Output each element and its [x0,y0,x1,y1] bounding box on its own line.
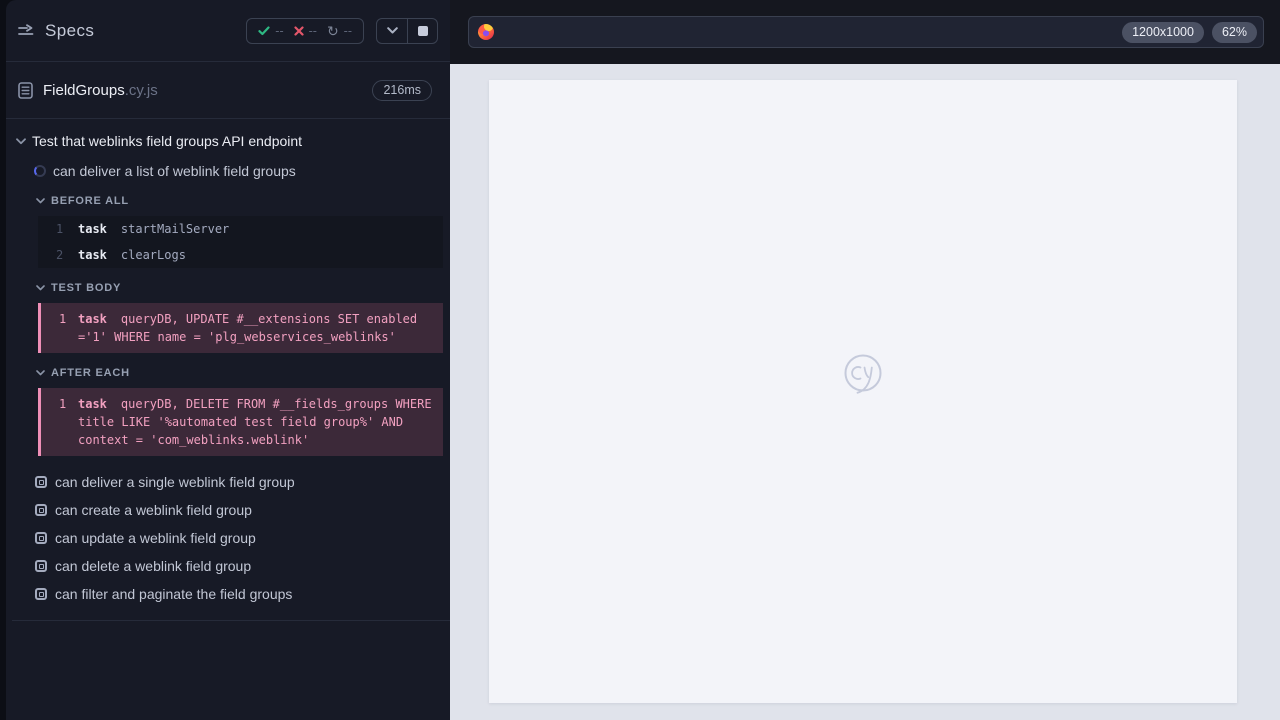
sidebar-header: Specs -- -- ↻ -- [6,0,450,62]
hook-header-after-each[interactable]: AFTER EACH [36,365,440,381]
command-message: queryDB, DELETE FROM #__fields_groups WH… [78,397,432,447]
spec-file-icon [18,81,33,99]
suite-title: Test that weblinks field groups API endp… [32,133,303,149]
command-message: queryDB, UPDATE #__extensions SET enable… [78,312,418,344]
app-under-test-viewport [489,80,1237,703]
stat-passed: -- [258,24,284,38]
stop-run-button[interactable] [407,18,437,43]
pending-test-icon [35,504,47,516]
command-method: task [78,248,107,262]
zoom-level-badge: 62% [1211,21,1257,43]
expand-specs-icon[interactable] [18,23,35,38]
collapse-all-button[interactable] [377,19,407,43]
test-title: can create a weblink field group [55,502,252,518]
spec-name: FieldGroups [43,81,125,99]
stat-failed: -- [294,24,317,38]
command-row[interactable]: 2 task clearLogs [38,242,443,268]
running-spinner-icon [34,165,46,177]
browser-url-toolbar: 1200x1000 62% [450,0,1280,64]
firefox-browser-icon [478,24,494,40]
chevron-down-icon [16,137,26,144]
pending-test-list: can deliver a single weblink field group… [16,468,440,608]
pending-test-row[interactable]: can create a weblink field group [35,496,440,524]
url-bar[interactable]: 1200x1000 62% [468,16,1264,48]
viewport-size-badge[interactable]: 1200x1000 [1122,21,1204,43]
spec-duration-badge: 216ms [372,79,432,101]
page-title: Specs [45,20,95,40]
test-tree: Test that weblinks field groups API endp… [6,119,450,621]
test-title: can deliver a single weblink field group [55,474,295,490]
command-row[interactable]: 1 task startMailServer [38,216,443,242]
pending-test-icon [35,476,47,488]
stop-icon [417,25,428,36]
stat-running: ↻ -- [326,22,352,39]
suite-row[interactable]: Test that weblinks field groups API endp… [16,129,440,153]
test-title: can update a weblink field group [55,530,256,546]
cypress-logo-watermark [844,354,882,394]
test-title: can deliver a list of weblink field grou… [53,163,296,179]
pending-test-row[interactable]: can filter and paginate the field groups [35,580,440,608]
command-method: task [78,312,107,326]
chevron-down-icon [36,285,45,291]
x-icon [294,25,304,36]
spec-extension: .cy.js [124,81,158,99]
pending-test-row[interactable]: can deliver a single weblink field group [35,468,440,496]
pending-test-row[interactable]: can delete a weblink field group [35,552,440,580]
spec-file-row[interactable]: FieldGroups .cy.js 216ms [6,62,450,119]
command-block-after-each: 1 task queryDB, DELETE FROM #__fields_gro… [38,388,443,456]
command-method: task [78,222,107,236]
running-test-row[interactable]: can deliver a list of weblink field grou… [34,161,440,181]
test-title: can delete a weblink field group [55,558,252,574]
command-method: task [78,397,107,411]
hook-header-test-body[interactable]: TEST BODY [36,280,440,296]
hook-header-before-all[interactable]: BEFORE ALL [36,193,440,209]
pending-test-row[interactable]: can update a weblink field group [35,524,440,552]
check-icon [258,25,270,35]
command-block-before-all: 1 task startMailServer 2 task clearLogs [38,216,443,268]
refresh-icon: ↻ [326,22,339,39]
run-stats-group: -- -- ↻ -- [246,17,364,44]
command-message: startMailServer [120,222,230,236]
test-title: can filter and paginate the field groups [55,586,293,602]
command-row[interactable]: 1 task queryDB, UPDATE #__extensions SET … [38,303,443,353]
chevron-down-icon [386,27,398,34]
command-message: clearLogs [120,248,186,262]
pending-test-icon [35,532,47,544]
reporter-sidebar: Specs -- -- ↻ -- FieldGroups .cy.js 216m… [6,0,450,720]
pending-test-icon [35,560,47,572]
runner-stage [450,64,1280,720]
chevron-down-icon [36,370,45,376]
pending-test-icon [35,588,47,600]
tree-bottom-divider [12,620,450,621]
chevron-down-icon [36,198,45,204]
run-actions-group [376,17,438,44]
command-row[interactable]: 1 task queryDB, DELETE FROM #__fields_gro… [38,388,443,456]
runner-pane: 1200x1000 62% [450,0,1280,720]
command-block-test-body: 1 task queryDB, UPDATE #__extensions SET … [38,303,443,353]
